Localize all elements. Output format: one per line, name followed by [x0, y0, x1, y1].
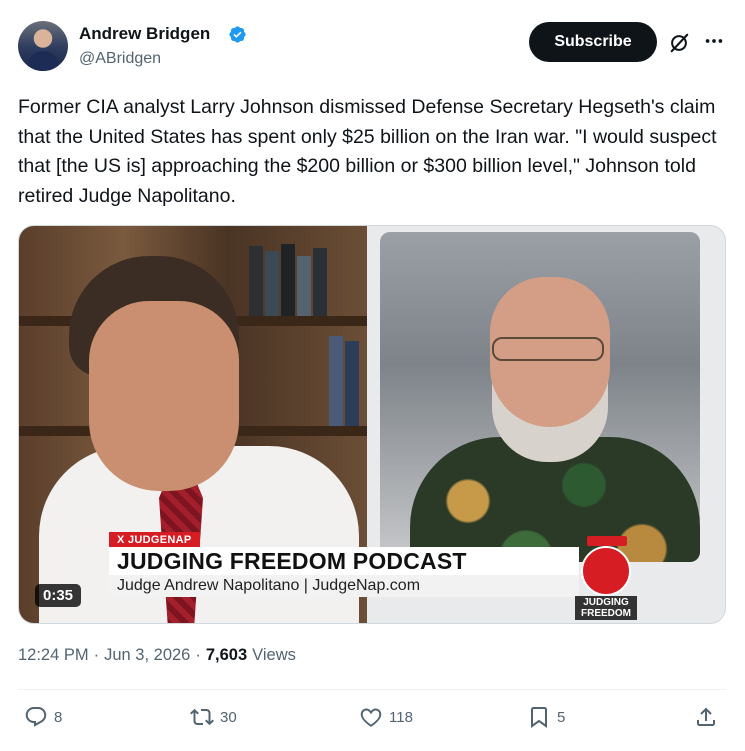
author-name[interactable]: Andrew Bridgen	[79, 24, 210, 44]
tweet-meta: 12:24 PM · Jun 3, 2026 · 7,603 Views	[18, 646, 296, 665]
reply-icon	[25, 707, 47, 727]
source-tag: X JUDGENAP	[109, 532, 200, 548]
avatar[interactable]	[18, 21, 68, 71]
verified-badge-icon	[229, 26, 246, 43]
like-count: 118	[389, 708, 413, 726]
show-subtitle: Judge Andrew Napolitano | JudgeNap.com	[109, 575, 579, 597]
grok-icon[interactable]	[668, 32, 690, 54]
host-face	[89, 301, 239, 491]
tweet-date[interactable]: Jun 3, 2026	[104, 646, 190, 665]
video-player[interactable]: X JUDGENAP JUDGING FREEDOM PODCAST Judge…	[18, 225, 726, 624]
book	[313, 248, 327, 316]
tweet-time[interactable]: 12:24 PM	[18, 646, 89, 665]
logo-subscribe-tag	[587, 536, 627, 546]
bookmark-count: 5	[557, 708, 566, 726]
logo-portrait	[581, 546, 631, 596]
share-icon	[697, 707, 715, 726]
book	[329, 336, 343, 426]
views-count: 7,603	[205, 646, 248, 664]
repost-icon	[190, 708, 214, 726]
book	[249, 246, 263, 316]
tweet-text: Former CIA analyst Larry Johnson dismiss…	[18, 96, 717, 207]
guest-panel	[380, 232, 700, 562]
show-title: JUDGING FREEDOM PODCAST	[109, 547, 579, 575]
repost-button[interactable]: 30	[190, 705, 237, 729]
meta-separator: ·	[93, 646, 100, 664]
video-duration: 0:35	[35, 584, 82, 607]
book	[345, 341, 359, 426]
share-button[interactable]	[694, 705, 718, 729]
logo-text: JUDGING FREEDOM	[575, 596, 637, 620]
repost-count: 30	[220, 708, 237, 726]
divider	[18, 689, 726, 690]
show-logo: JUDGING FREEDOM	[575, 532, 641, 620]
heart-icon	[360, 708, 382, 727]
views-label: Views	[252, 646, 296, 664]
author-handle[interactable]: @ABridgen	[79, 50, 161, 68]
meta-separator: ·	[195, 646, 201, 664]
bookmark-icon	[531, 707, 547, 728]
like-button[interactable]: 118	[359, 705, 413, 729]
reply-button[interactable]: 8	[24, 705, 62, 729]
book	[281, 244, 295, 316]
bookmark-button[interactable]: 5	[527, 705, 565, 729]
guest-glasses	[492, 337, 604, 361]
book	[297, 256, 311, 316]
book	[265, 251, 279, 316]
more-icon[interactable]	[703, 30, 725, 52]
subscribe-button[interactable]: Subscribe	[529, 22, 657, 62]
reply-count: 8	[54, 708, 63, 726]
